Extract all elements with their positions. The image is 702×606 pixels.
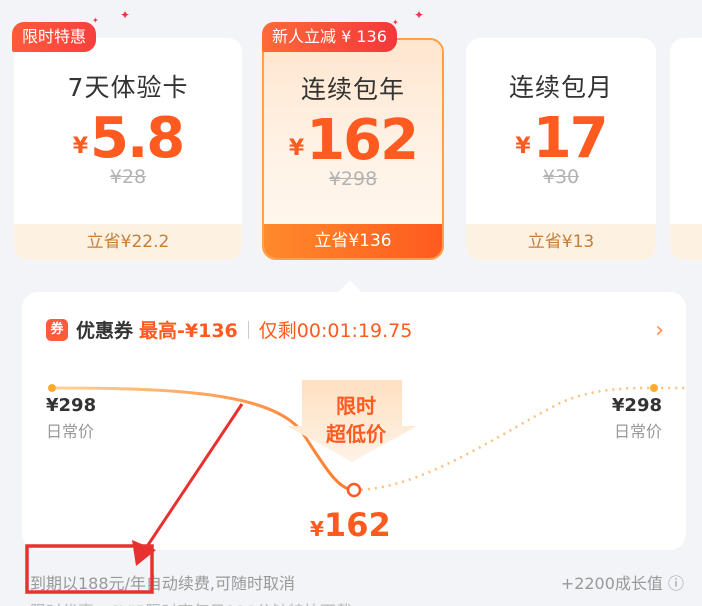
coupon-icon: 券 — [46, 318, 68, 341]
plan-card-monthly[interactable]: 连续包月 ¥17 ¥30 立省¥13 — [466, 38, 656, 260]
plan-card-annual[interactable]: 连续包年 ¥162 ¥298 立省¥136 — [262, 38, 444, 260]
regular-price-value: ¥298 — [611, 395, 662, 416]
price-value: 162 — [306, 108, 419, 173]
plan-price: ¥17 — [466, 106, 656, 171]
plan-price: ¥162 — [264, 108, 442, 173]
new-user-discount-tag: 新人立减 ¥ 136 — [262, 22, 397, 52]
plan-name: 7天体验卡 — [67, 73, 189, 102]
divider — [247, 320, 249, 339]
coupon-max-discount: 最高-¥136 — [139, 320, 238, 342]
regular-price-label: 日常价 — [613, 422, 662, 441]
currency-symbol: ¥ — [515, 134, 531, 159]
regular-price-value: ¥298 — [46, 395, 97, 416]
plan-name: 连续包年 — [300, 75, 405, 104]
plan-name: 连续包月 — [508, 73, 613, 102]
curve-end-dot — [650, 384, 658, 392]
plan-card-partial[interactable] — [670, 38, 702, 260]
low-price-value: 162 — [323, 506, 391, 544]
countdown-timer: 仅剩00:01:19.75 — [258, 320, 413, 342]
price-value: 5.8 — [90, 106, 185, 171]
savings-label — [670, 224, 702, 260]
original-price: ¥30 — [542, 166, 580, 188]
plan-card-trial[interactable]: 7天体验卡 ¥5.8 ¥28 立省¥22.2 — [14, 38, 242, 260]
savings-label: 立省¥136 — [264, 224, 442, 258]
regular-price-left: ¥298 日常价 — [46, 395, 96, 442]
price-value: 17 — [532, 106, 609, 171]
coupon-panel: 券 优惠券 最高-¥136 仅剩00:01:19.75 › ¥298 日常价 ¥… — [22, 292, 686, 550]
limited-offer-tag: 限时特惠 — [12, 22, 97, 52]
coupon-title: 优惠券 — [76, 320, 134, 342]
regular-price-right: ¥298 日常价 — [612, 395, 662, 442]
sparkle-icon: ✦ — [92, 16, 99, 25]
currency-symbol: ¥ — [288, 136, 305, 161]
low-price: ¥162 — [310, 506, 391, 544]
regular-price-label: 日常价 — [46, 422, 95, 441]
currency-symbol: ¥ — [310, 517, 324, 541]
chevron-right-icon[interactable]: › — [655, 318, 664, 343]
growth-points[interactable]: +2200成长值 ⓘ — [561, 570, 684, 594]
plan-price: ¥5.8 — [14, 106, 242, 171]
promo-line-1: 限时 — [336, 394, 376, 418]
original-price: ¥28 — [109, 166, 147, 188]
sparkle-icon: ✦ — [414, 8, 425, 22]
limited-offer-notice: 限时优惠：SVIP限时享每日120分钟特快下载 — [30, 598, 352, 606]
currency-symbol: ¥ — [72, 134, 89, 159]
savings-label: 立省¥22.2 — [14, 224, 242, 260]
sparkle-icon: ✦ — [120, 8, 131, 22]
curve-start-dot — [48, 384, 56, 392]
low-point-dot — [346, 482, 362, 498]
coupon-row[interactable]: 券 优惠券 最高-¥136 仅剩00:01:19.75 — [46, 316, 412, 343]
original-price: ¥298 — [328, 168, 378, 190]
auto-renew-notice: 到期以188元/年自动续费,可随时取消 — [30, 574, 296, 593]
limited-low-price-label: 限时 超低价 — [296, 392, 416, 448]
savings-label: 立省¥13 — [466, 224, 656, 260]
sparkle-icon: ✦ — [392, 18, 399, 27]
promo-line-2: 超低价 — [326, 422, 386, 446]
